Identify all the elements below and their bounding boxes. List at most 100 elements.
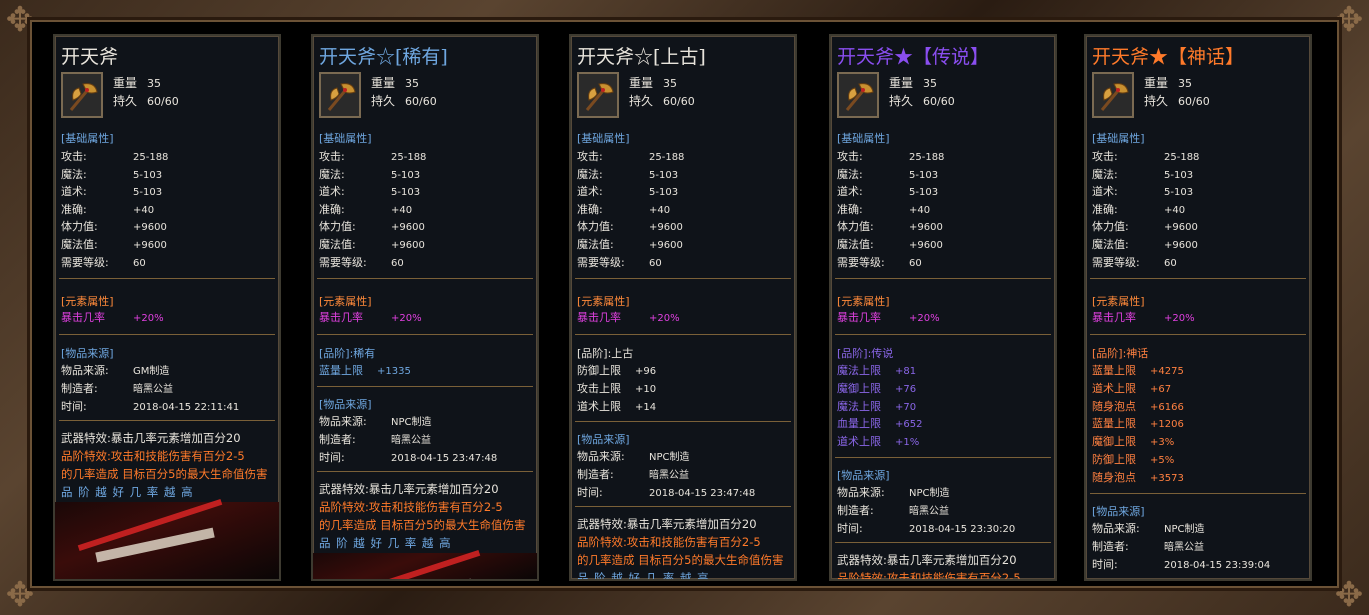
source-label: 制造者:: [837, 504, 874, 517]
base-attr-row: 需要等级: 60: [837, 254, 922, 270]
source-row: 时间: 2018-04-15 23:30:20: [837, 520, 1015, 536]
base-attr-row: 道术: 5-103: [61, 183, 162, 199]
base-attr-row: 魔法: 5-103: [577, 166, 678, 182]
attr-value: 25-188: [1164, 152, 1200, 163]
source-label: 时间:: [577, 486, 603, 500]
attr-label: 攻击上限: [577, 381, 621, 395]
item-icon-slot[interactable]: [1092, 72, 1134, 118]
base-attr-header: [基础属性]: [837, 132, 890, 145]
durability-label: 持久: [889, 94, 914, 108]
source-label: 物品来源:: [319, 414, 367, 428]
item-tooltip-panel: 开天斧★【神话】 重量 35 持久 60/60 [基础属性] 攻击: 25-188 魔法: 5-1…: [1084, 34, 1312, 581]
attr-label: 需要等级:: [577, 255, 625, 269]
item-icon-slot[interactable]: [837, 72, 879, 118]
attr-value: +9600: [649, 240, 683, 251]
base-attr-row: 魔法: 5-103: [61, 166, 162, 182]
attr-label: 攻击:: [1092, 150, 1118, 163]
art-slash: [335, 549, 481, 579]
attr-value: +5%: [1150, 455, 1175, 466]
weight-label: 重量: [889, 76, 914, 90]
attr-label: 暴击几率: [61, 311, 105, 324]
weight-row: 重量 35: [1144, 74, 1192, 91]
base-attr-row: 体力值: +9600: [1092, 218, 1198, 234]
attr-value: +9600: [133, 222, 167, 234]
item-icon-slot[interactable]: [61, 72, 103, 118]
grade-effect-note: 品 阶 越 好 几 率 越 高: [319, 535, 452, 550]
base-attr-row: 需要等级: 60: [61, 254, 146, 270]
element-attr-header: [元素属性]: [61, 295, 114, 308]
grade-attr-row: 道术上限 +67: [1092, 380, 1171, 396]
attr-value: +652: [895, 419, 923, 431]
attr-value: +9600: [1164, 240, 1198, 251]
attr-label: 魔法值:: [319, 238, 356, 251]
source-label: 时间:: [319, 450, 345, 464]
item-title: 开天斧★【神话】: [1092, 46, 1245, 68]
source-row: 物品来源: GM制造: [61, 362, 169, 378]
source-value: GM制造: [133, 366, 170, 377]
attr-label: 准确:: [1092, 202, 1118, 216]
base-attr-row: 体力值: +9600: [577, 218, 683, 234]
attr-value: +9600: [909, 222, 943, 234]
base-attr-row: 准确: +40: [577, 201, 670, 217]
source-row: 时间: 2018-04-15 22:11:41: [61, 398, 239, 414]
attr-value: 5-103: [909, 187, 939, 199]
attr-label: 防御上限: [1092, 453, 1136, 466]
attr-value: 5-103: [909, 169, 939, 181]
attr-value: +14: [635, 401, 657, 413]
item-tooltip-panel: 开天斧 重量 35 持久 60/60 [基础属性] 攻击: 25-188 魔法: 5-103 道术:…: [53, 34, 281, 581]
source-row: 物品来源: NPC制造: [319, 413, 432, 429]
attr-value: +9600: [391, 222, 425, 234]
weight-label: 重量: [629, 76, 654, 90]
element-attr-header: [元素属性]: [577, 295, 630, 308]
grade-header: [品阶]:神话: [1092, 347, 1149, 360]
attr-value: +76: [895, 383, 917, 395]
attr-value: 5-103: [1164, 169, 1194, 181]
durability-value: 60/60: [923, 95, 955, 108]
attr-label: 暴击几率: [319, 311, 363, 324]
item-title: 开天斧☆[上古]: [577, 46, 706, 68]
item-icon-slot[interactable]: [319, 72, 361, 118]
grade-attr-row: 随身泡点 +3573: [1092, 469, 1184, 485]
base-attr-row: 准确: +40: [61, 201, 154, 217]
base-attr-row: 攻击: 25-188: [837, 148, 944, 164]
attr-value: +40: [133, 204, 155, 216]
section-divider: [835, 278, 1051, 279]
attr-label: 魔法上限: [837, 364, 881, 377]
source-header: [物品来源]: [1092, 504, 1145, 518]
base-attr-row: 准确: +40: [319, 201, 412, 217]
attr-label: 魔法值:: [577, 238, 614, 251]
base-attr-row: 魔法值: +9600: [1092, 236, 1198, 252]
section-divider: [317, 470, 533, 472]
source-value: NPC制造: [391, 416, 432, 428]
attr-value: +20%: [133, 313, 164, 324]
grade-attr-row: 魔御上限 +3%: [1092, 433, 1174, 449]
source-label: 物品来源:: [837, 486, 885, 499]
element-attr-row: 暴击几率 +20%: [1092, 309, 1195, 325]
weight-row: 重量 35: [113, 74, 161, 91]
element-attr-row: 暴击几率 +20%: [61, 309, 164, 325]
art-slash: [353, 578, 473, 579]
item-icon-slot[interactable]: [577, 72, 619, 118]
base-attr-row: 魔法: 5-103: [1092, 166, 1193, 182]
base-attr-row: 魔法值: +9600: [319, 236, 425, 252]
attr-label: 体力值:: [319, 220, 356, 234]
grade-effect-text: 品阶特效:攻击和技能伤害有百分2-5: [577, 535, 761, 550]
attr-label: 体力值:: [837, 220, 874, 234]
attr-label: 血量上限: [837, 417, 881, 431]
base-attr-row: 需要等级: 60: [577, 254, 662, 270]
attr-label: 魔法值:: [837, 238, 874, 251]
item-title: 开天斧★【传说】: [837, 46, 990, 68]
attr-value: +9600: [1164, 222, 1198, 234]
attr-label: 魔法值:: [61, 238, 98, 251]
attr-value: +20%: [1164, 313, 1195, 324]
attr-label: 准确:: [61, 202, 87, 216]
attr-label: 准确:: [319, 202, 345, 216]
base-attr-row: 攻击: 25-188: [61, 148, 168, 164]
base-attr-row: 准确: +40: [1092, 201, 1185, 217]
source-row: 制造者: 暗黑公益: [837, 502, 949, 518]
attr-label: 防御上限: [577, 364, 621, 377]
element-attr-row: 暴击几率 +20%: [577, 309, 680, 325]
grade-attr-row: 魔法上限 +81: [837, 362, 916, 378]
durability-row: 持久 60/60: [629, 92, 695, 109]
weapon-effect-text: 武器特效:暴击几率元素增加百分20: [61, 431, 241, 445]
